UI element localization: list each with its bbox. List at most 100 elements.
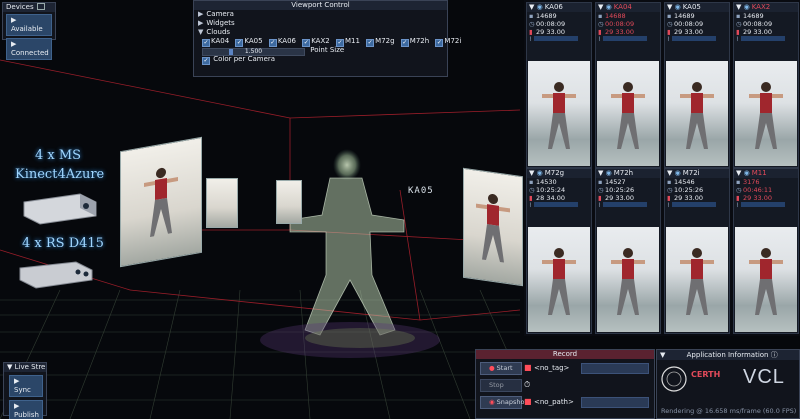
fps-row: ▮ 28 34.00 [527, 194, 591, 202]
record-row-stop: Stop ⏱ [476, 378, 654, 393]
color-per-camera-row[interactable]: ✓ Color per Camera [194, 55, 447, 65]
camera-tile-header[interactable]: ▼ ◉ M72g [527, 169, 591, 178]
widgets-tree-item[interactable]: ▶ Widgets [194, 19, 447, 28]
camera-tile-header[interactable]: ▼ ◉ KA04 [596, 3, 660, 12]
camera-tile[interactable]: ▼ ◉ M72g ▪ 14530 ◷10:25:24 ▮ 28 34.00 ⌇ [526, 168, 592, 334]
camera-feed-image[interactable] [735, 227, 797, 332]
cloud-toggle-m72i[interactable]: ✓ M72i [435, 37, 461, 47]
camera-feed-image[interactable] [528, 227, 590, 332]
camera-feed-image[interactable] [735, 61, 797, 166]
cloud-label: KA04 [211, 37, 230, 45]
checkbox-checked-icon[interactable]: ✓ [202, 57, 210, 65]
camera-tile-header[interactable]: ▼ ◉ M72i [665, 169, 729, 178]
window-menu-icon[interactable] [36, 3, 45, 10]
camera-tile-header[interactable]: ▼ ◉ KA06 [527, 3, 591, 12]
camera-tile[interactable]: ▼ ◉ KAX2 ▪ 14689 ◷00:08:09 ▮ 29 33.00 ⌇ [733, 2, 799, 168]
cloud-label: M72h [409, 37, 430, 45]
bookmark-icon[interactable]: ■ [524, 363, 532, 372]
cloud-toggle-m72g[interactable]: ✓ M72g [366, 37, 395, 47]
collapse-arrow-icon: ▼ [598, 169, 606, 177]
devices-panel-header[interactable]: Devices [3, 3, 55, 12]
start-button[interactable]: ● Start [480, 362, 522, 375]
frame-icon: ▪ [529, 178, 534, 186]
point-size-row: 1.500 Point Size [194, 46, 447, 56]
cloud-label: KAX2 [311, 37, 330, 45]
available-button[interactable]: ▶ Available [6, 14, 52, 36]
eye-icon[interactable]: ◉ [606, 3, 612, 11]
camera-feed-image[interactable] [666, 227, 728, 332]
camera-tile[interactable]: ▼ ◉ M11 ▪ 3176 ◷00:46:11 ▮ 29 33.00 ⌇ [733, 168, 799, 334]
clouds-tree-item[interactable]: ▼ Clouds [194, 28, 447, 37]
camera-feed-image[interactable] [666, 61, 728, 166]
graph-icon: ⌇ [598, 202, 601, 209]
tag-input[interactable] [581, 363, 649, 374]
connected-button[interactable]: ▶ Connected [6, 38, 52, 60]
expand-arrow-icon: ▶ [198, 10, 204, 18]
timing-graph [740, 36, 785, 41]
fps-icon: ▮ [598, 28, 602, 36]
eye-icon[interactable]: ◉ [537, 169, 543, 177]
camera-tile-header[interactable]: ▼ ◉ KAX2 [734, 3, 798, 12]
time-value: 00:08:09 [674, 20, 704, 28]
camera-tile[interactable]: ▼ ◉ KA06 ▪ 14689 ◷00:08:09 ▮ 29 33.00 ⌇ [526, 2, 592, 168]
eye-icon[interactable]: ◉ [606, 169, 612, 177]
sync-button[interactable]: ▶ Sync [9, 375, 43, 397]
collapse-arrow-icon: ▼ [667, 3, 675, 11]
eye-icon[interactable]: ◉ [744, 3, 750, 11]
eye-icon[interactable]: ◉ [675, 3, 681, 11]
person-silhouette [680, 248, 714, 315]
ms-count-label: 4 x MS [35, 148, 82, 163]
cloud-toggle-m72h[interactable]: ✓ M72h [400, 37, 430, 47]
live-stream-title: Live Stre [14, 363, 46, 371]
folder-icon[interactable]: ■ [524, 397, 532, 406]
eye-icon[interactable]: ◉ [744, 169, 750, 177]
floating-frame-right [463, 167, 523, 287]
record-panel: Record ● Start ■ <no_tag> Stop ⏱ ◉ Snapsho… [475, 349, 655, 419]
publish-button[interactable]: ▶ Publish [9, 400, 43, 419]
eye-icon[interactable]: ◉ [675, 169, 681, 177]
camera-feed-image[interactable] [597, 61, 659, 166]
frame-count: 3176 [743, 178, 760, 186]
camera-tile-header[interactable]: ▼ ◉ M11 [734, 169, 798, 178]
camera-feed-image[interactable] [597, 227, 659, 332]
cloud-checkbox-row: ✓ KA04 ✓ KA05 ✓ KA06 ✓ KAX2 ✓ M11 ✓ M72g ✓ M72h… [194, 37, 461, 47]
fps-value: 29 [536, 28, 545, 36]
info-icon[interactable]: ⓘ [771, 351, 778, 359]
fps-value: 29 [674, 194, 683, 202]
frame-count-row: ▪ 14688 [596, 12, 660, 20]
clock-icon: ◷ [667, 20, 673, 28]
point-size-slider[interactable]: 1.500 [202, 48, 305, 56]
camera-tile[interactable]: ▼ ◉ KA04 ▪ 14688 ◷00:08:09 ▮ 29 33.00 ⌇ [595, 2, 661, 168]
fps-target: 33.00 [615, 28, 634, 36]
camera-tile[interactable]: ▼ ◉ KA05 ▪ 14689 ◷00:08:09 ▮ 29 33.00 ⌇ [664, 2, 730, 168]
floating-frame-left [120, 136, 202, 268]
frame-count: 14530 [536, 178, 557, 186]
app-info-header[interactable]: ▼ Application Information ⓘ [657, 350, 799, 360]
camera-tile-header[interactable]: ▼ ◉ KA05 [665, 3, 729, 12]
checkbox-checked-icon: ✓ [400, 39, 409, 47]
sync-label: Sync [14, 386, 31, 394]
logos-row: CERTH VCL [661, 364, 797, 396]
fps-value: 29 [674, 28, 683, 36]
slider-handle[interactable] [229, 49, 233, 55]
person-silhouette [542, 248, 576, 315]
stop-button[interactable]: Stop [480, 379, 522, 392]
camera-tile[interactable]: ▼ ◉ M72i ▪ 14546 ◷10:25:26 ▮ 29 33.00 ⌇ [664, 168, 730, 334]
rs-count-label: 4 x RS D415 [22, 236, 104, 251]
eye-icon[interactable]: ◉ [537, 3, 543, 11]
camera-feed-image[interactable] [528, 61, 590, 166]
graph-icon: ⌇ [736, 36, 739, 43]
snapshot-button[interactable]: ◉ Snapshot [480, 396, 527, 409]
camera-tree-item[interactable]: ▶ Camera [194, 10, 447, 19]
path-input[interactable] [581, 397, 649, 408]
floating-frame-back-center [276, 180, 302, 224]
timer-icon[interactable]: ⏱ [524, 380, 530, 390]
devices-panel: Devices ▶ Available ▶ Connected [2, 2, 56, 60]
camera-tile[interactable]: ▼ ◉ M72h ▪ 14527 ◷10:25:26 ▮ 29 33.00 ⌇ [595, 168, 661, 334]
publish-label: Publish [14, 411, 39, 419]
clock-icon: ◷ [667, 186, 673, 194]
point-size-value: 1.500 [244, 48, 263, 55]
camera-tile-header[interactable]: ▼ ◉ M72h [596, 169, 660, 178]
live-stream-header[interactable]: ▼ Live Stre [4, 363, 46, 372]
frame-count: 14546 [674, 178, 695, 186]
